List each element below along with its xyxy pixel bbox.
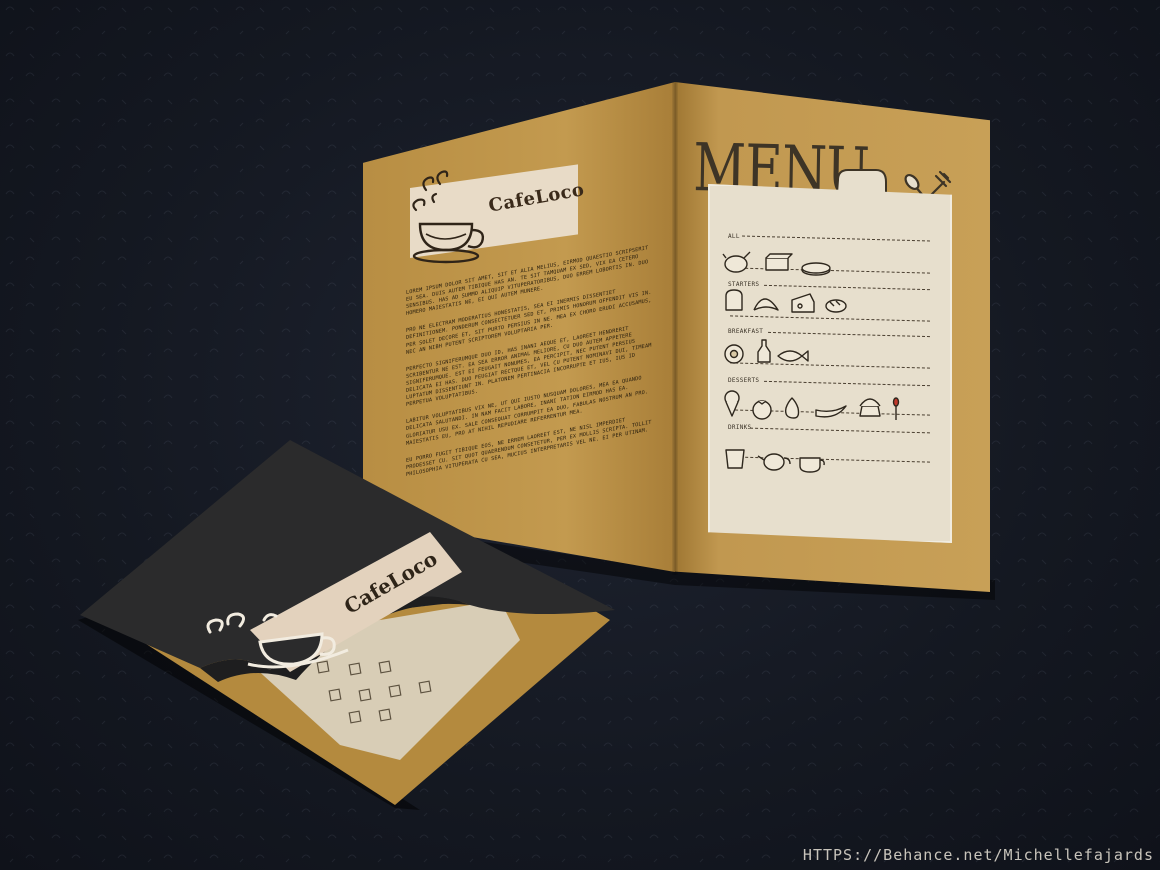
- small-menu-cup-logo-icon: [206, 612, 349, 669]
- watermark-url: HTTPS://Behance.net/Michellefajards: [802, 846, 1154, 864]
- menu-mockup-scene: CafeLoco Lorem ipsum dolor sit amet, sit…: [0, 0, 1160, 870]
- small-closed-menu: [80, 440, 615, 805]
